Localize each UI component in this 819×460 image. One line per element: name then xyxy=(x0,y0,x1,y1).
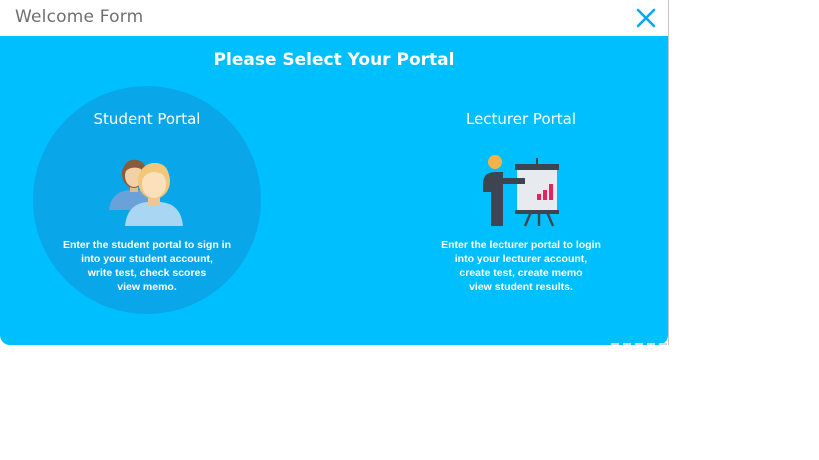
title-bar: Welcome Form xyxy=(0,0,668,36)
lecturer-desc-line: view student results. xyxy=(469,281,573,293)
student-portal-title: Student Portal xyxy=(93,110,201,128)
lecturer-portal-title: Lecturer Portal xyxy=(465,110,577,128)
lecturer-portal-description: Enter the lecturer portal to login into … xyxy=(407,238,635,294)
lecturer-presentation-icon xyxy=(483,155,559,227)
page-heading: Please Select Your Portal xyxy=(213,50,455,70)
student-portal-option[interactable]: Student Portal Enter the student portal … xyxy=(33,86,261,314)
welcome-form-window: Welcome Form Please Select Your Portal S… xyxy=(0,0,669,345)
resize-grip[interactable] xyxy=(611,343,667,345)
lecturer-desc-line: Enter the lecturer portal to login xyxy=(441,239,601,251)
close-button[interactable] xyxy=(634,6,658,30)
students-icon xyxy=(109,159,183,226)
window-title: Welcome Form xyxy=(15,7,144,27)
lecturer-desc-line: into your lecturer account, xyxy=(454,253,588,265)
student-desc-line: view memo. xyxy=(117,281,177,293)
lecturer-desc-line: create test, create memo xyxy=(459,267,583,279)
student-desc-line: into your student account, xyxy=(81,253,213,265)
student-desc-line: Enter the student portal to sign in xyxy=(63,239,231,251)
lecturer-portal-option[interactable]: Lecturer Portal Enter the lecturer porta… xyxy=(407,86,635,314)
student-desc-line: write test, check scores xyxy=(87,267,207,279)
close-icon xyxy=(636,8,656,28)
student-portal-description: Enter the student portal to sign in into… xyxy=(33,238,261,294)
portal-selection-panel: Please Select Your Portal Student Portal… xyxy=(0,36,668,345)
